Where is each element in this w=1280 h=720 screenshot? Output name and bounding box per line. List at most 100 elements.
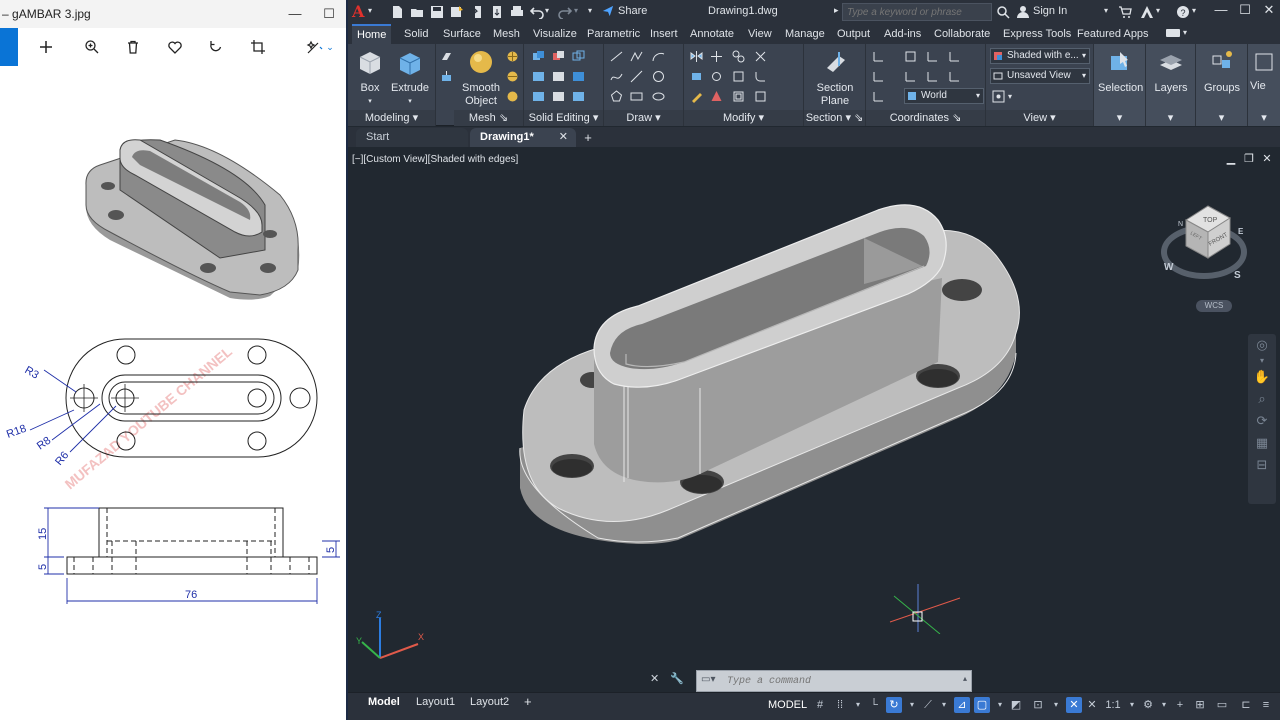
box-button[interactable]: Box ▾ [348, 48, 392, 108]
panel-label-mesh[interactable]: Mesh ⇘ [454, 110, 523, 126]
layout-tab-2[interactable]: Layout2 [470, 693, 509, 711]
offset-icon[interactable] [732, 90, 745, 103]
viewport-config-caret-icon[interactable]: ▾ [1008, 92, 1012, 101]
favorite-icon[interactable] [162, 35, 188, 59]
layers-button[interactable]: Layers [1149, 48, 1193, 95]
search-icon[interactable] [996, 5, 1010, 19]
ucs-3point-icon[interactable] [872, 90, 885, 103]
cart-icon[interactable] [1118, 5, 1132, 19]
navbar-options-icon[interactable]: ⊟ [1248, 454, 1276, 476]
imprint-icon[interactable] [552, 70, 565, 83]
rotate-tool-icon[interactable] [710, 70, 723, 83]
customization-icon[interactable]: ≡ [1258, 697, 1274, 713]
layout-tab-model[interactable]: Model [368, 693, 400, 711]
extract-edges-icon[interactable] [552, 90, 565, 103]
construction-line-icon[interactable] [630, 70, 643, 83]
groups-button[interactable]: Groups [1200, 48, 1244, 95]
open-file-icon[interactable] [410, 5, 424, 19]
tab-output[interactable]: Output [832, 24, 875, 44]
extrude-button[interactable]: Extrude ▾ [388, 48, 432, 108]
polysolid-icon[interactable] [440, 50, 453, 63]
compass-west[interactable]: W [1164, 262, 1174, 273]
slice-icon[interactable] [532, 70, 545, 83]
grid-icon[interactable]: # [812, 697, 828, 713]
tab-parametric[interactable]: Parametric [582, 24, 645, 44]
panel-label-solid-editing[interactable]: Solid Editing ▾ [524, 110, 603, 126]
object-snap-caret-icon[interactable]: ▾ [992, 697, 1008, 713]
pan-icon[interactable]: ✋ [1248, 366, 1276, 388]
rotate-icon[interactable] [203, 35, 229, 59]
redo-icon[interactable] [558, 5, 572, 19]
help-icon[interactable]: ? [1176, 5, 1190, 19]
polar-caret-icon[interactable]: ▾ [904, 697, 920, 713]
annotation-visibility-icon[interactable]: ✕ [1066, 697, 1082, 713]
erase-icon[interactable] [690, 90, 703, 103]
app-logo[interactable]: A [352, 2, 364, 21]
snap-icon[interactable]: ⁞⁞ [832, 697, 848, 713]
showmotion-icon[interactable]: ▦ [1248, 432, 1276, 454]
stretch-icon[interactable] [690, 70, 703, 83]
rectangle-icon[interactable] [630, 90, 643, 103]
separate-icon[interactable] [532, 90, 545, 103]
acad-maximize-icon[interactable]: ☐ [1234, 2, 1256, 18]
isodraft-caret-icon[interactable]: ▾ [936, 697, 952, 713]
smooth-object-button[interactable]: Smooth Object [458, 48, 504, 108]
panel-label-modify[interactable]: Modify ▾ [684, 110, 803, 126]
ucs-world-dropdown[interactable]: World ▾ [904, 88, 984, 104]
object-snap-tracking-icon[interactable]: ⊿ [954, 697, 970, 713]
array-icon[interactable] [710, 90, 723, 103]
tab-mesh[interactable]: Mesh [488, 24, 525, 44]
clean-screen-icon[interactable]: ⊏ [1238, 697, 1254, 713]
union-icon[interactable] [532, 50, 545, 63]
trim-icon[interactable] [754, 50, 767, 63]
fillet-icon[interactable] [754, 70, 767, 83]
save-as-icon[interactable] [450, 5, 464, 19]
workspace-caret-icon[interactable]: ▾ [1156, 697, 1172, 713]
plot-icon[interactable] [510, 5, 524, 19]
ucs-caret-status-icon[interactable]: ▾ [1048, 697, 1064, 713]
redo-caret-icon[interactable]: ▾ [574, 6, 578, 15]
tab-view[interactable]: View [743, 24, 777, 44]
layers-caret-icon[interactable]: ▾ [1146, 110, 1195, 126]
isolate-objects-icon[interactable]: ▭ [1214, 697, 1230, 713]
presspull-icon[interactable] [440, 70, 453, 83]
dynamic-ucs-icon[interactable]: ⊡ [1030, 697, 1046, 713]
tab-solid[interactable]: Solid [399, 24, 433, 44]
spline-icon[interactable] [610, 70, 623, 83]
isodraft-icon[interactable]: ⟋ [920, 697, 936, 713]
visual-style-dropdown[interactable]: Shaded with e... ▾ [990, 48, 1090, 64]
mesh-smooth-less-icon[interactable] [506, 70, 519, 83]
undo-icon[interactable] [530, 5, 544, 19]
undo-caret-icon[interactable]: ▾ [545, 6, 549, 15]
3d-model[interactable] [348, 148, 1280, 690]
crop-icon[interactable] [245, 35, 271, 59]
search-input[interactable] [842, 3, 992, 21]
sign-in-caret-icon[interactable]: ▾ [1104, 6, 1108, 15]
steering-wheel-caret-icon[interactable]: ▾ [1248, 356, 1276, 366]
ellipse-icon[interactable] [652, 90, 665, 103]
tab-insert[interactable]: Insert [645, 24, 683, 44]
compass-north[interactable]: N [1178, 221, 1183, 228]
acad-close-icon[interactable]: ✕ [1258, 2, 1280, 18]
polar-tracking-icon[interactable]: ↻ [886, 697, 902, 713]
viewcube[interactable]: TOP FRONT LEFT W S E N [1160, 200, 1250, 286]
intersect-icon[interactable] [572, 50, 585, 63]
tab-home[interactable]: Home [352, 24, 392, 44]
section-plane-button[interactable]: Section Plane [812, 48, 858, 108]
add-icon[interactable] [33, 35, 59, 59]
panel-label-coordinates[interactable]: Coordinates ⇘ [866, 110, 985, 126]
layout-tab-1[interactable]: Layout1 [416, 693, 455, 711]
maximize-icon[interactable]: ☐ [314, 0, 344, 28]
panel-label-view[interactable]: View ▾ [986, 110, 1093, 126]
polygon-icon[interactable] [610, 90, 623, 103]
save-icon[interactable] [430, 5, 444, 19]
search-expand-icon[interactable]: ▸ [834, 5, 839, 16]
ortho-icon[interactable]: └ [866, 697, 882, 713]
mirror-icon[interactable] [690, 50, 703, 63]
circle-icon[interactable] [652, 70, 665, 83]
panel-label-modeling[interactable]: Modeling ▾ [348, 110, 435, 126]
units-icon[interactable]: ⊞ [1192, 697, 1208, 713]
command-recent-caret-icon[interactable]: ▴ [963, 674, 967, 683]
annotation-scale[interactable]: 1:1 [1102, 697, 1124, 713]
annotation-autoscale-icon[interactable]: ✕ [1084, 697, 1100, 713]
